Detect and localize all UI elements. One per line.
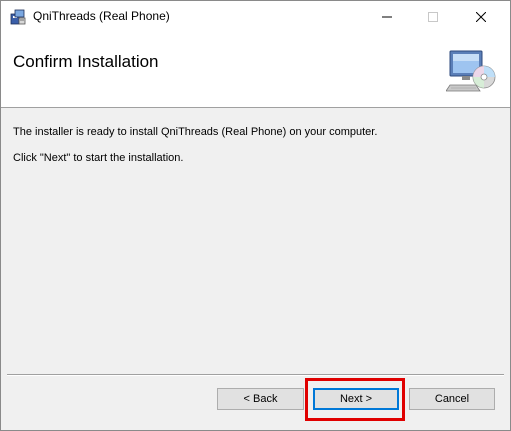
header-banner: Confirm Installation bbox=[1, 32, 510, 108]
footer-divider bbox=[7, 374, 504, 376]
instruction-message: Click "Next" to start the installation. bbox=[13, 152, 184, 164]
close-button[interactable] bbox=[458, 1, 504, 32]
minimize-icon bbox=[382, 16, 392, 17]
computer-with-disc-icon bbox=[446, 50, 496, 92]
maximize-button[interactable] bbox=[410, 1, 456, 32]
maximize-icon bbox=[428, 11, 438, 22]
close-icon bbox=[476, 11, 486, 22]
title-bar[interactable]: QniThreads (Real Phone) bbox=[1, 1, 510, 32]
installer-app-icon bbox=[10, 9, 26, 25]
window-title: QniThreads (Real Phone) bbox=[33, 9, 170, 23]
minimize-button[interactable] bbox=[364, 1, 410, 32]
page-title: Confirm Installation bbox=[13, 52, 159, 71]
next-button[interactable]: Next > bbox=[313, 388, 399, 410]
cancel-button[interactable]: Cancel bbox=[409, 388, 495, 410]
back-button[interactable]: < Back bbox=[217, 388, 304, 410]
installer-window: QniThreads (Real Phone) Confirm Installa… bbox=[0, 0, 511, 431]
ready-message: The installer is ready to install QniThr… bbox=[13, 126, 378, 138]
